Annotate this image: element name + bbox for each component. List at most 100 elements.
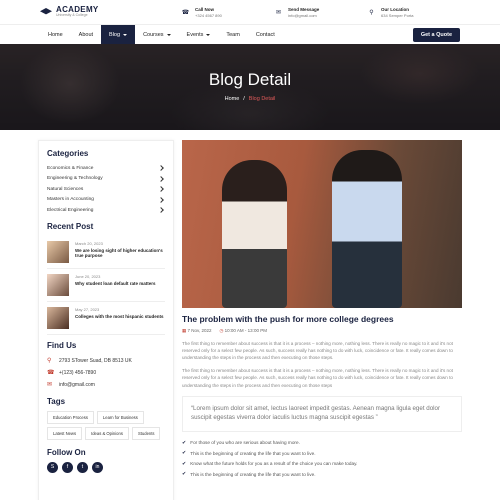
nav-events-label: Events bbox=[186, 31, 204, 38]
nav-courses[interactable]: Courses bbox=[135, 25, 178, 45]
find-us-title: Find Us bbox=[47, 340, 77, 350]
sidebar: Categories Economics & Finance Engineeri… bbox=[38, 140, 174, 500]
student-figure bbox=[332, 150, 402, 308]
contact-call[interactable]: ☎ Call Now +324 4567 890 bbox=[181, 7, 274, 18]
post-title: We are losing sight of higher education'… bbox=[75, 247, 163, 259]
article-paragraph: The first thing to remember about succes… bbox=[182, 341, 453, 361]
nav-courses-label: Courses bbox=[143, 31, 164, 38]
linkedin-icon[interactable]: in bbox=[92, 461, 103, 473]
twitter-icon[interactable]: t bbox=[77, 461, 88, 473]
breadcrumb-separator: / bbox=[243, 96, 245, 102]
follow-title: Follow On bbox=[47, 447, 86, 457]
check-item: ✔ This is the beginning of creating the l… bbox=[182, 469, 462, 480]
category-item[interactable]: Masters in Accounting bbox=[47, 195, 165, 206]
recent-post-item[interactable]: March 20, 2023 We are losing sight of hig… bbox=[47, 236, 165, 269]
tags-title: Tags bbox=[47, 396, 66, 406]
chevron-right-icon bbox=[158, 207, 164, 214]
find-text: info@gmail.com bbox=[59, 381, 95, 388]
page-title: Blog Detail bbox=[208, 70, 292, 89]
category-item[interactable]: Engineering & Technology bbox=[47, 174, 165, 185]
chevron-right-icon bbox=[158, 175, 164, 182]
chevron-down-icon bbox=[166, 33, 171, 36]
nav-contact[interactable]: Contact bbox=[248, 25, 283, 45]
location-icon: ⚲ bbox=[47, 358, 52, 364]
contact-message[interactable]: ✉ Send Message info@gmail.com bbox=[274, 7, 367, 18]
find-address: ⚲ 2793 STower Suad, DB 8513 UK bbox=[47, 355, 165, 367]
check-list: ✔ For those of you who are serious about … bbox=[182, 438, 462, 480]
top-bar: ACADEMY University & College ☎ Call Now +… bbox=[0, 0, 500, 24]
post-title: Why student loan default rate matters bbox=[75, 280, 156, 286]
tag-cloud: Education Process Learn for Business Lat… bbox=[47, 410, 165, 440]
find-phone[interactable]: ☎ +(123) 456-7890 bbox=[47, 367, 165, 379]
nav-team[interactable]: Team bbox=[218, 25, 247, 45]
post-date: May 27, 2023 bbox=[75, 306, 100, 312]
chevron-down-icon bbox=[123, 33, 128, 36]
nav-home[interactable]: Home bbox=[40, 25, 71, 45]
article-meta: ▦ 7 Nov, 2022 ◷ 10:00 AM - 13:00 PM bbox=[182, 328, 462, 334]
contact-title: Send Message bbox=[288, 6, 320, 12]
contact-value: +324 4567 890 bbox=[195, 12, 222, 18]
chevron-down-icon bbox=[206, 33, 211, 36]
chevron-right-icon bbox=[158, 165, 164, 172]
skype-icon[interactable]: S bbox=[47, 461, 58, 473]
facebook-icon[interactable]: f bbox=[62, 461, 73, 473]
tag[interactable]: Ideas & Opinions bbox=[85, 426, 129, 440]
recent-post-item[interactable]: May 27, 2023 Colleges with the most hispa… bbox=[47, 302, 165, 335]
post-date: March 20, 2023 bbox=[75, 240, 103, 246]
categories-title: Categories bbox=[47, 149, 89, 158]
article-quote: “Lorem ipsum dolor sit amet, lectus laor… bbox=[182, 395, 462, 432]
category-label: Economics & Finance bbox=[47, 165, 94, 171]
get-quote-button[interactable]: Get a Quote bbox=[412, 27, 460, 42]
check-item: ✔ This is the beginning of creating the l… bbox=[182, 448, 462, 459]
post-title: Colleges with the most hispanic students bbox=[75, 313, 164, 319]
post-thumbnail bbox=[47, 240, 69, 263]
check-icon: ✔ bbox=[182, 471, 187, 478]
post-date: June 20, 2023 bbox=[75, 273, 101, 279]
check-text: Know what the future holds for you as a … bbox=[190, 461, 358, 467]
find-email[interactable]: ✉ info@gmail.com bbox=[47, 379, 165, 391]
find-text: 2793 STower Suad, DB 8513 UK bbox=[59, 357, 132, 364]
recent-post-item[interactable]: June 20, 2023 Why student loan default ra… bbox=[47, 269, 165, 302]
check-text: This is the beginning of creating the li… bbox=[190, 450, 316, 456]
check-item: ✔ Know what the future holds for you as a… bbox=[182, 459, 462, 470]
find-text: +(123) 456-7890 bbox=[59, 369, 97, 376]
breadcrumb: Home / Blog Detail bbox=[0, 96, 500, 102]
chevron-right-icon bbox=[158, 196, 164, 203]
category-label: Natural Sciences bbox=[47, 186, 84, 192]
tag[interactable]: Learn for Business bbox=[96, 410, 144, 424]
nav-blog[interactable]: Blog bbox=[101, 24, 136, 45]
contact-value: 634 Semper Porta bbox=[381, 12, 414, 18]
category-item[interactable]: Electrical Engineering bbox=[47, 205, 165, 216]
student-figure bbox=[222, 160, 287, 308]
check-text: For those of you who are serious about h… bbox=[190, 440, 300, 446]
check-text: This is the beginning of creating the li… bbox=[190, 471, 316, 477]
chevron-right-icon bbox=[158, 186, 164, 193]
post-thumbnail bbox=[47, 273, 69, 296]
logo[interactable]: ACADEMY University & College bbox=[40, 6, 177, 18]
mail-icon: ✉ bbox=[47, 382, 53, 388]
page-hero: Blog Detail Home / Blog Detail bbox=[0, 44, 500, 130]
phone-icon: ☎ bbox=[47, 370, 55, 376]
category-label: Masters in Accounting bbox=[47, 197, 94, 203]
calendar-icon: ▦ bbox=[182, 328, 187, 333]
category-item[interactable]: Economics & Finance bbox=[47, 163, 165, 174]
contact-location[interactable]: ⚲ Our Location 634 Semper Porta bbox=[367, 7, 460, 18]
location-icon: ⚲ bbox=[369, 9, 374, 16]
article: The problem with the push for more colle… bbox=[182, 140, 462, 500]
nav-events[interactable]: Events bbox=[179, 25, 219, 45]
check-icon: ✔ bbox=[182, 460, 187, 467]
social-links: S f t in bbox=[47, 461, 165, 473]
tag[interactable]: Students bbox=[131, 426, 161, 440]
phone-icon: ☎ bbox=[181, 9, 190, 16]
tag[interactable]: Education Process bbox=[47, 410, 94, 424]
category-item[interactable]: Natural Sciences bbox=[47, 184, 165, 195]
nav-about[interactable]: About bbox=[71, 25, 101, 45]
breadcrumb-current: Blog Detail bbox=[248, 96, 276, 102]
check-item: ✔ For those of you who are serious about … bbox=[182, 438, 462, 449]
breadcrumb-home[interactable]: Home bbox=[225, 96, 240, 102]
clock-icon: ◷ bbox=[219, 328, 224, 333]
contact-value: info@gmail.com bbox=[288, 12, 317, 18]
recent-post-title: Recent Post bbox=[47, 221, 94, 231]
nav-blog-label: Blog bbox=[109, 31, 121, 38]
tag[interactable]: Latest News bbox=[47, 426, 83, 440]
